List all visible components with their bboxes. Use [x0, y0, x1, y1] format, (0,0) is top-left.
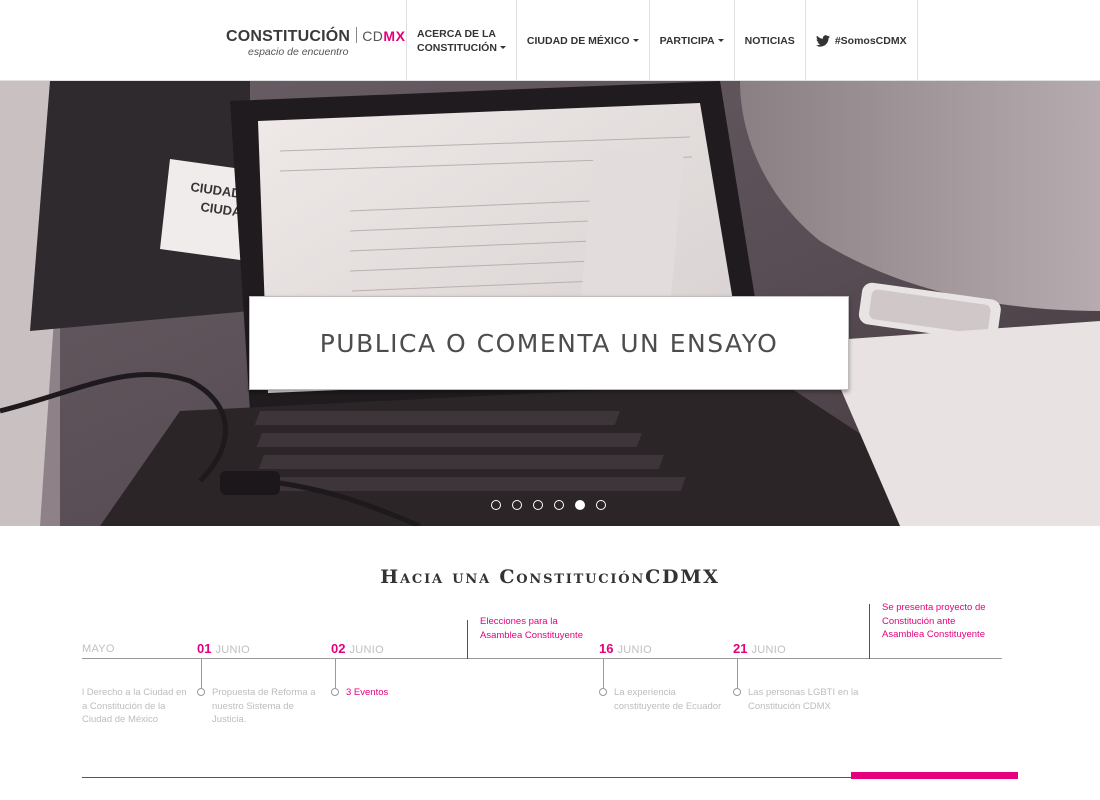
nav-participa-label: PARTICIPA [659, 34, 715, 47]
timeline-date[interactable]: 16 JUNIO [599, 641, 652, 656]
timeline-tick [737, 659, 738, 688]
timeline-scroll-track[interactable] [82, 777, 852, 778]
timeline-date-month: JUNIO [215, 644, 250, 656]
logo-divider [356, 27, 358, 43]
milestone-elecciones[interactable]: Elecciones para la Asamblea Constituyent… [480, 615, 610, 642]
carousel-dot-active[interactable] [575, 500, 585, 510]
logo-city-accent: MX [383, 28, 406, 44]
timeline-date-month: JUNIO [617, 644, 652, 656]
nav-noticias-label: NOTICIAS [744, 34, 795, 47]
timeline-date-day: 02 [331, 641, 346, 656]
timeline-date-day: 01 [197, 641, 212, 656]
milestone-proyecto[interactable]: Se presenta proyecto de Constitución ant… [882, 601, 1007, 642]
event-line: Las personas LGBTI en la [748, 687, 859, 698]
timeline-axis [82, 658, 1002, 659]
timeline-event[interactable]: l Derecho a la Ciudad en a Constitución … [82, 686, 200, 727]
timeline-node[interactable] [331, 688, 339, 696]
event-line: Constitución CDMX [748, 700, 831, 712]
milestone-marker [869, 604, 870, 659]
logo-tagline: espacio de encuentro [248, 46, 349, 58]
logo-city-prefix: CD [362, 28, 384, 44]
timeline-date-month: JUNIO [751, 644, 786, 656]
timeline-event[interactable]: Las personas LGBTI en la Constitución CD… [748, 686, 873, 713]
timeline-date-month: JUNIO [349, 644, 384, 656]
logo-city-text: CDMX [362, 28, 405, 44]
carousel-dot[interactable] [512, 500, 522, 510]
timeline-date-month: MAYO [82, 643, 115, 655]
timeline-tick [201, 659, 202, 688]
nav-somoscdmx-label: #SomosCDMX [834, 34, 907, 47]
milestone-marker [467, 620, 468, 659]
carousel-dot[interactable] [533, 500, 543, 510]
event-line: l Derecho a la Ciudad en [82, 687, 187, 698]
timeline-date[interactable]: 01 JUNIO [197, 641, 250, 656]
nav-acerca-line2: CONSTITUCIÓN [417, 41, 497, 54]
milestone-line: Elecciones para la [480, 616, 558, 627]
nav-acerca-line1: ACERCA DE LA [417, 27, 496, 40]
carousel-dot[interactable] [491, 500, 501, 510]
timeline-node[interactable] [599, 688, 607, 696]
hero-carousel[interactable]: CIUDAD P CIUDAD PUBLICA O COMENTA UN ENS… [0, 81, 1100, 526]
twitter-icon [815, 34, 830, 47]
timeline-event[interactable]: La experiencia constituyente de Ecuador [614, 686, 739, 713]
event-line: La experiencia [614, 687, 676, 698]
timeline-tick [335, 659, 336, 688]
event-line: Justicia. [212, 714, 247, 725]
timeline-tick [603, 659, 604, 688]
hero-caption-box[interactable]: PUBLICA O COMENTA UN ENSAYO [249, 296, 849, 390]
timeline-event[interactable]: Propuesta de Reforma a nuestro Sistema d… [212, 686, 330, 727]
carousel-dot[interactable] [554, 500, 564, 510]
timeline-date[interactable]: 21 JUNIO [733, 641, 786, 656]
event-line: a Constitución de la [82, 700, 166, 712]
milestone-line: Se presenta proyecto de [882, 602, 986, 613]
timeline-date[interactable]: 02 JUNIO [331, 641, 384, 656]
chevron-down-icon [499, 46, 506, 50]
carousel-dot[interactable] [596, 500, 606, 510]
event-line: nuestro Sistema de [212, 700, 294, 712]
milestone-line: Constitución ante [882, 615, 956, 627]
chevron-down-icon [632, 39, 639, 42]
nav-ciudad[interactable]: CIUDAD DE MÉXICO [515, 0, 649, 81]
timeline-date[interactable]: MAYO [82, 641, 115, 655]
event-line: constituyente de Ecuador [614, 700, 722, 712]
timeline-event[interactable]: 3 Eventos [346, 686, 446, 700]
timeline-title: Hacia una ConstituciónCDMX [380, 566, 720, 588]
event-line: Propuesta de Reforma a [212, 687, 316, 698]
carousel-indicators [491, 500, 606, 510]
nav-somoscdmx[interactable]: #SomosCDMX [804, 0, 918, 81]
event-line: 3 Eventos [346, 687, 389, 698]
timeline-scroll-thumb[interactable] [851, 772, 1018, 779]
event-line: Ciudad de México [82, 714, 159, 725]
site-header: CONSTITUCIÓN CDMX espacio de encuentro AC… [0, 0, 1100, 81]
milestone-line: Asamblea Constituyente [480, 629, 583, 641]
nav-participa[interactable]: PARTICIPA [648, 0, 734, 81]
site-logo[interactable]: CONSTITUCIÓN CDMX espacio de encuentro [226, 27, 405, 61]
nav-ciudad-label: CIUDAD DE MÉXICO [526, 34, 630, 47]
main-nav: ACERCA DE LA CONSTITUCIÓN CIUDAD DE MÉXI… [406, 0, 918, 81]
logo-main-text: CONSTITUCIÓN [226, 28, 351, 45]
milestone-line: Asamblea Constituyente [882, 629, 985, 640]
nav-acerca[interactable]: ACERCA DE LA CONSTITUCIÓN [406, 0, 516, 81]
timeline-date-day: 16 [599, 641, 614, 656]
hero-caption: PUBLICA O COMENTA UN ENSAYO [319, 328, 779, 358]
timeline-date-day: 21 [733, 641, 748, 656]
chevron-down-icon [717, 39, 724, 42]
nav-noticias[interactable]: NOTICIAS [733, 0, 805, 81]
